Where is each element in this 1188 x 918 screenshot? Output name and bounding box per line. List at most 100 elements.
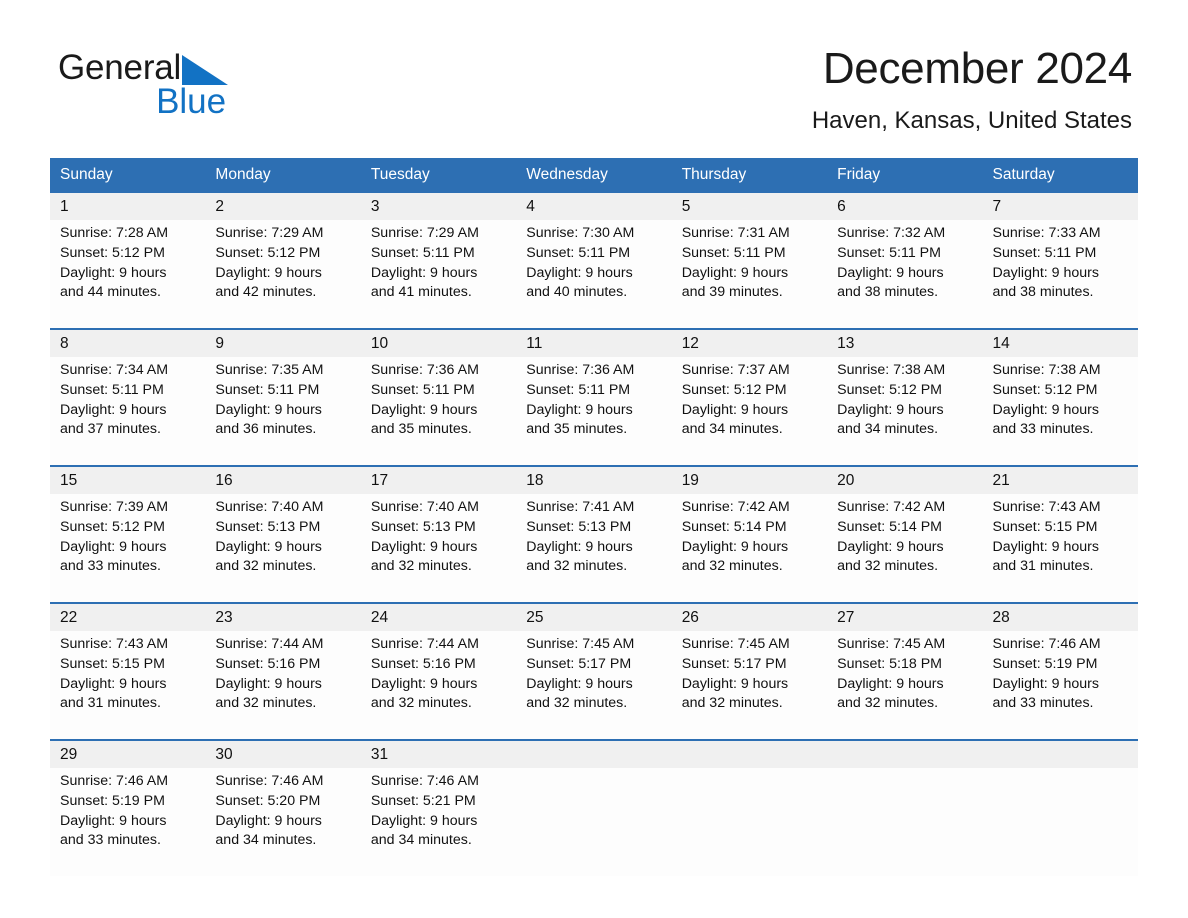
daylight-text-line1: Daylight: 9 hours	[60, 401, 167, 418]
sunset-text: Sunset: 5:13 PM	[526, 518, 632, 535]
day-cell[interactable]: Sunrise: 7:45 AM Sunset: 5:17 PM Dayligh…	[671, 631, 828, 740]
daylight-text-line1: Daylight: 9 hours	[370, 401, 478, 418]
day-cell-empty	[671, 768, 828, 876]
week-2-info-row: Sunrise: 7:34 AM Sunset: 5:11 PM Dayligh…	[50, 357, 1138, 466]
daylight-text-line1: Daylight: 9 hours	[681, 401, 789, 418]
day-number[interactable]: 25	[516, 602, 672, 631]
day-number[interactable]: 12	[671, 328, 828, 357]
daylight-text-line2: and 34 minutes.	[370, 832, 472, 849]
day-cell[interactable]: Sunrise: 7:31 AM Sunset: 5:11 PM Dayligh…	[671, 220, 828, 329]
sunrise-text: Sunrise: 7:31 AM	[681, 225, 790, 241]
weekday-header-thursday: Thursday	[671, 158, 828, 193]
day-cell[interactable]: Sunrise: 7:43 AM Sunset: 5:15 PM Dayligh…	[982, 494, 1138, 603]
sunset-text: Sunset: 5:12 PM	[681, 381, 787, 398]
day-number[interactable]: 28	[982, 602, 1138, 631]
daylight-text-line1: Daylight: 9 hours	[992, 401, 1099, 418]
daylight-text-line2: and 32 minutes.	[370, 695, 472, 712]
daylight-text-line1: Daylight: 9 hours	[837, 401, 944, 418]
day-number[interactable]: 20	[827, 465, 983, 494]
day-number[interactable]: 2	[205, 193, 361, 220]
day-number[interactable]: 30	[205, 739, 361, 768]
day-cell[interactable]: Sunrise: 7:34 AM Sunset: 5:11 PM Dayligh…	[50, 357, 206, 466]
day-number[interactable]: 13	[827, 328, 983, 357]
day-cell[interactable]: Sunrise: 7:36 AM Sunset: 5:11 PM Dayligh…	[516, 357, 672, 466]
day-cell[interactable]: Sunrise: 7:45 AM Sunset: 5:18 PM Dayligh…	[827, 631, 983, 740]
day-number[interactable]: 1	[50, 193, 206, 220]
sunset-text: Sunset: 5:14 PM	[681, 518, 787, 535]
day-number[interactable]: 5	[671, 193, 828, 220]
day-cell[interactable]: Sunrise: 7:42 AM Sunset: 5:14 PM Dayligh…	[671, 494, 828, 603]
day-cell[interactable]: Sunrise: 7:35 AM Sunset: 5:11 PM Dayligh…	[205, 357, 361, 466]
day-number[interactable]: 6	[827, 193, 983, 220]
generalblue-logo[interactable]: General Blue	[58, 50, 229, 119]
day-cell[interactable]: Sunrise: 7:46 AM Sunset: 5:20 PM Dayligh…	[205, 768, 361, 876]
day-cell[interactable]: Sunrise: 7:28 AM Sunset: 5:12 PM Dayligh…	[50, 220, 206, 329]
day-cell[interactable]: Sunrise: 7:41 AM Sunset: 5:13 PM Dayligh…	[516, 494, 672, 603]
day-number[interactable]: 16	[205, 465, 361, 494]
week-4-daynumber-row: 22 23 24 25 26 27 28	[50, 602, 1138, 631]
day-cell[interactable]: Sunrise: 7:38 AM Sunset: 5:12 PM Dayligh…	[982, 357, 1138, 466]
daylight-text-line1: Daylight: 9 hours	[992, 264, 1099, 281]
daylight-text-line1: Daylight: 9 hours	[215, 401, 322, 418]
day-number[interactable]: 3	[360, 193, 517, 220]
day-cell[interactable]: Sunrise: 7:38 AM Sunset: 5:12 PM Dayligh…	[827, 357, 983, 466]
day-number[interactable]: 15	[50, 465, 206, 494]
sunset-text: Sunset: 5:16 PM	[370, 655, 476, 672]
day-number[interactable]: 8	[50, 328, 206, 357]
day-number[interactable]: 29	[50, 739, 206, 768]
sunset-text: Sunset: 5:11 PM	[837, 244, 941, 261]
day-cell[interactable]: Sunrise: 7:39 AM Sunset: 5:12 PM Dayligh…	[50, 494, 206, 603]
sunset-text: Sunset: 5:14 PM	[837, 518, 942, 535]
day-number[interactable]: 4	[516, 193, 672, 220]
daylight-text-line1: Daylight: 9 hours	[681, 264, 789, 281]
day-cell[interactable]: Sunrise: 7:44 AM Sunset: 5:16 PM Dayligh…	[205, 631, 361, 740]
day-cell[interactable]: Sunrise: 7:45 AM Sunset: 5:17 PM Dayligh…	[516, 631, 672, 740]
daylight-text-line1: Daylight: 9 hours	[370, 264, 478, 281]
day-number[interactable]: 10	[360, 328, 517, 357]
day-number[interactable]: 22	[50, 602, 206, 631]
calendar-table: Sunday Monday Tuesday Wednesday Thursday…	[50, 158, 1138, 876]
daylight-text-line2: and 33 minutes.	[60, 832, 161, 849]
day-number[interactable]: 19	[671, 465, 828, 494]
day-cell[interactable]: Sunrise: 7:46 AM Sunset: 5:21 PM Dayligh…	[360, 768, 517, 876]
daylight-text-line1: Daylight: 9 hours	[526, 401, 633, 418]
week-1-info-row: Sunrise: 7:28 AM Sunset: 5:12 PM Dayligh…	[50, 220, 1138, 329]
calendar-body: 1 2 3 4 5 6 7 Sunrise: 7:28 AM Sunset: 5…	[50, 193, 1138, 876]
day-cell[interactable]: Sunrise: 7:32 AM Sunset: 5:11 PM Dayligh…	[827, 220, 983, 329]
day-number[interactable]: 26	[671, 602, 828, 631]
daylight-text-line2: and 34 minutes.	[215, 832, 317, 849]
daylight-text-line1: Daylight: 9 hours	[60, 264, 167, 281]
sunrise-text: Sunrise: 7:39 AM	[60, 499, 169, 515]
day-cell[interactable]: Sunrise: 7:30 AM Sunset: 5:11 PM Dayligh…	[516, 220, 672, 329]
day-number[interactable]: 23	[205, 602, 361, 631]
day-cell[interactable]: Sunrise: 7:44 AM Sunset: 5:16 PM Dayligh…	[360, 631, 517, 740]
day-cell[interactable]: Sunrise: 7:46 AM Sunset: 5:19 PM Dayligh…	[982, 631, 1138, 740]
day-number[interactable]: 9	[205, 328, 361, 357]
day-cell[interactable]: Sunrise: 7:33 AM Sunset: 5:11 PM Dayligh…	[982, 220, 1138, 329]
day-number[interactable]: 24	[360, 602, 517, 631]
sunrise-text: Sunrise: 7:28 AM	[60, 225, 169, 241]
day-number[interactable]: 11	[516, 328, 672, 357]
day-cell[interactable]: Sunrise: 7:36 AM Sunset: 5:11 PM Dayligh…	[360, 357, 517, 466]
day-number[interactable]: 31	[360, 739, 517, 768]
day-number[interactable]: 21	[982, 465, 1138, 494]
day-number[interactable]: 14	[982, 328, 1138, 357]
sunrise-text: Sunrise: 7:33 AM	[992, 225, 1101, 241]
daylight-text-line2: and 42 minutes.	[215, 284, 317, 301]
day-number[interactable]: 18	[516, 465, 672, 494]
day-cell[interactable]: Sunrise: 7:29 AM Sunset: 5:11 PM Dayligh…	[360, 220, 517, 329]
daylight-text-line1: Daylight: 9 hours	[215, 675, 322, 692]
day-number[interactable]: 27	[827, 602, 983, 631]
sunset-text: Sunset: 5:17 PM	[526, 655, 632, 672]
day-cell[interactable]: Sunrise: 7:29 AM Sunset: 5:12 PM Dayligh…	[205, 220, 361, 329]
day-cell[interactable]: Sunrise: 7:46 AM Sunset: 5:19 PM Dayligh…	[50, 768, 206, 876]
day-cell[interactable]: Sunrise: 7:43 AM Sunset: 5:15 PM Dayligh…	[50, 631, 206, 740]
day-number[interactable]: 7	[982, 193, 1138, 220]
day-cell[interactable]: Sunrise: 7:37 AM Sunset: 5:12 PM Dayligh…	[671, 357, 828, 466]
day-cell[interactable]: Sunrise: 7:42 AM Sunset: 5:14 PM Dayligh…	[827, 494, 983, 603]
day-cell[interactable]: Sunrise: 7:40 AM Sunset: 5:13 PM Dayligh…	[205, 494, 361, 603]
day-cell[interactable]: Sunrise: 7:40 AM Sunset: 5:13 PM Dayligh…	[360, 494, 517, 603]
week-5-daynumber-row: 29 30 31	[50, 739, 1138, 768]
daylight-text-line2: and 31 minutes.	[60, 695, 161, 712]
day-number[interactable]: 17	[360, 465, 517, 494]
